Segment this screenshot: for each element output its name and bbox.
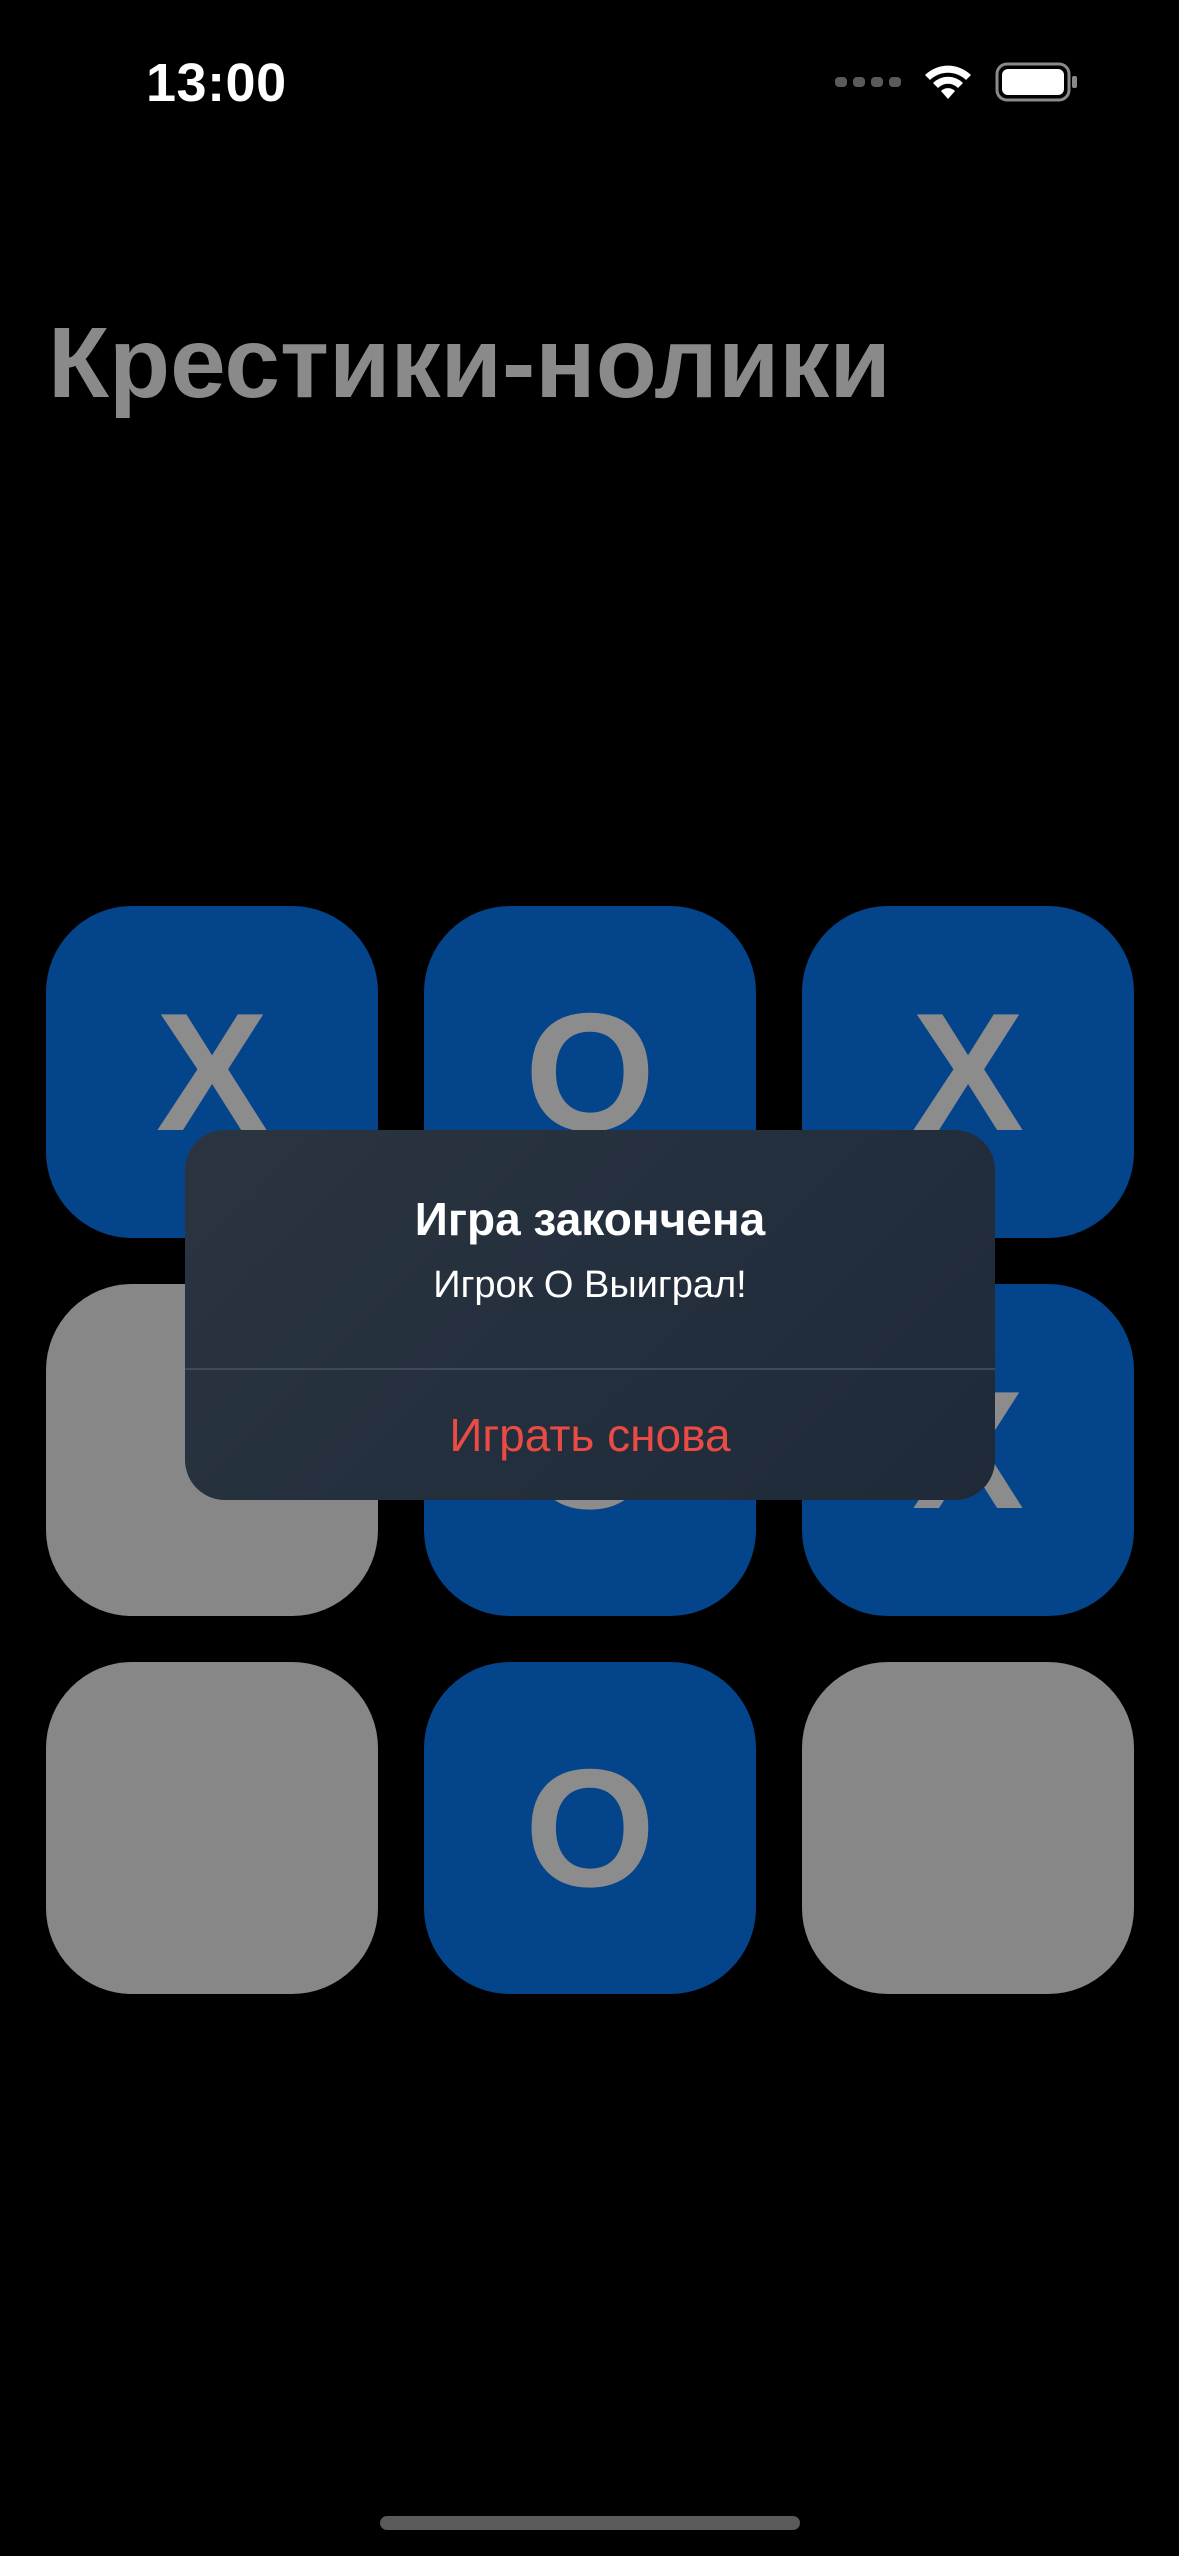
alert-title: Игра закончена: [414, 1193, 766, 1245]
play-again-button[interactable]: Играть снова: [185, 1370, 995, 1500]
page-title: Крестики-нолики: [48, 307, 891, 419]
alert-message: Игрок O Выиграл!: [433, 1264, 747, 1306]
status-icons: [835, 62, 1079, 102]
cellular-dots-icon: [835, 77, 901, 87]
board-cell-8[interactable]: O: [424, 1662, 756, 1994]
wifi-icon: [925, 65, 971, 99]
board-cell-9[interactable]: [802, 1662, 1134, 1994]
game-over-alert: Игра закончена Игрок O Выиграл! Играть с…: [185, 1130, 995, 1500]
home-indicator[interactable]: [380, 2516, 800, 2530]
battery-icon: [995, 62, 1077, 102]
status-time: 13:00: [146, 53, 287, 113]
board-cell-7[interactable]: [46, 1662, 378, 1994]
